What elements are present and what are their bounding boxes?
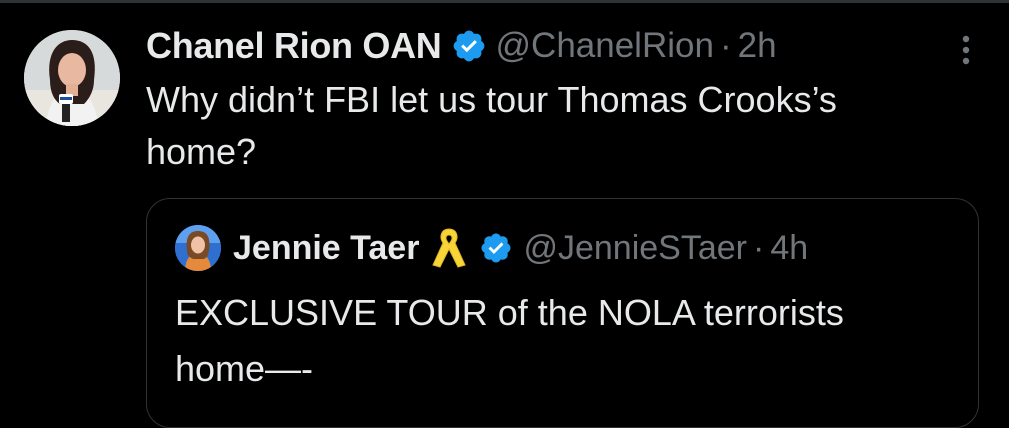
quoted-tweet-card[interactable]: Jennie Taer @JennieSTaer · 4h EXCLUSIVE … bbox=[146, 198, 979, 428]
quoted-tweet-text: EXCLUSIVE TOUR of the NOLA terrorists ho… bbox=[175, 292, 844, 389]
author-handle[interactable]: @ChanelRion bbox=[496, 26, 714, 66]
author-display-name[interactable]: Chanel Rion OAN bbox=[146, 25, 442, 67]
quoted-verified-badge-icon bbox=[481, 233, 511, 263]
quoted-author-avatar[interactable] bbox=[175, 225, 221, 271]
tweet-header: Chanel Rion OAN @ChanelRion · 2h bbox=[146, 20, 777, 72]
quoted-tweet-header: Jennie Taer @JennieSTaer · 4h bbox=[175, 223, 808, 273]
quoted-tweet-timestamp[interactable]: 4h bbox=[770, 229, 808, 268]
separator-dot: · bbox=[719, 26, 732, 65]
tweet-timestamp[interactable]: 2h bbox=[738, 26, 777, 66]
quoted-separator-dot: · bbox=[752, 228, 765, 267]
yellow-ribbon-icon bbox=[432, 228, 467, 268]
quoted-author-handle[interactable]: @JennieSTaer bbox=[523, 229, 747, 268]
quoted-author-display-name[interactable]: Jennie Taer bbox=[233, 229, 419, 268]
avatar-photo-icon bbox=[24, 30, 120, 126]
more-vertical-icon[interactable] bbox=[948, 30, 984, 70]
top-divider bbox=[0, 0, 1009, 3]
verified-badge-icon bbox=[453, 30, 484, 62]
quoted-avatar-photo-icon bbox=[175, 225, 221, 271]
author-avatar[interactable] bbox=[24, 30, 120, 126]
tweet-text: Why didn’t FBI let us tour Thomas Crooks… bbox=[146, 79, 837, 172]
